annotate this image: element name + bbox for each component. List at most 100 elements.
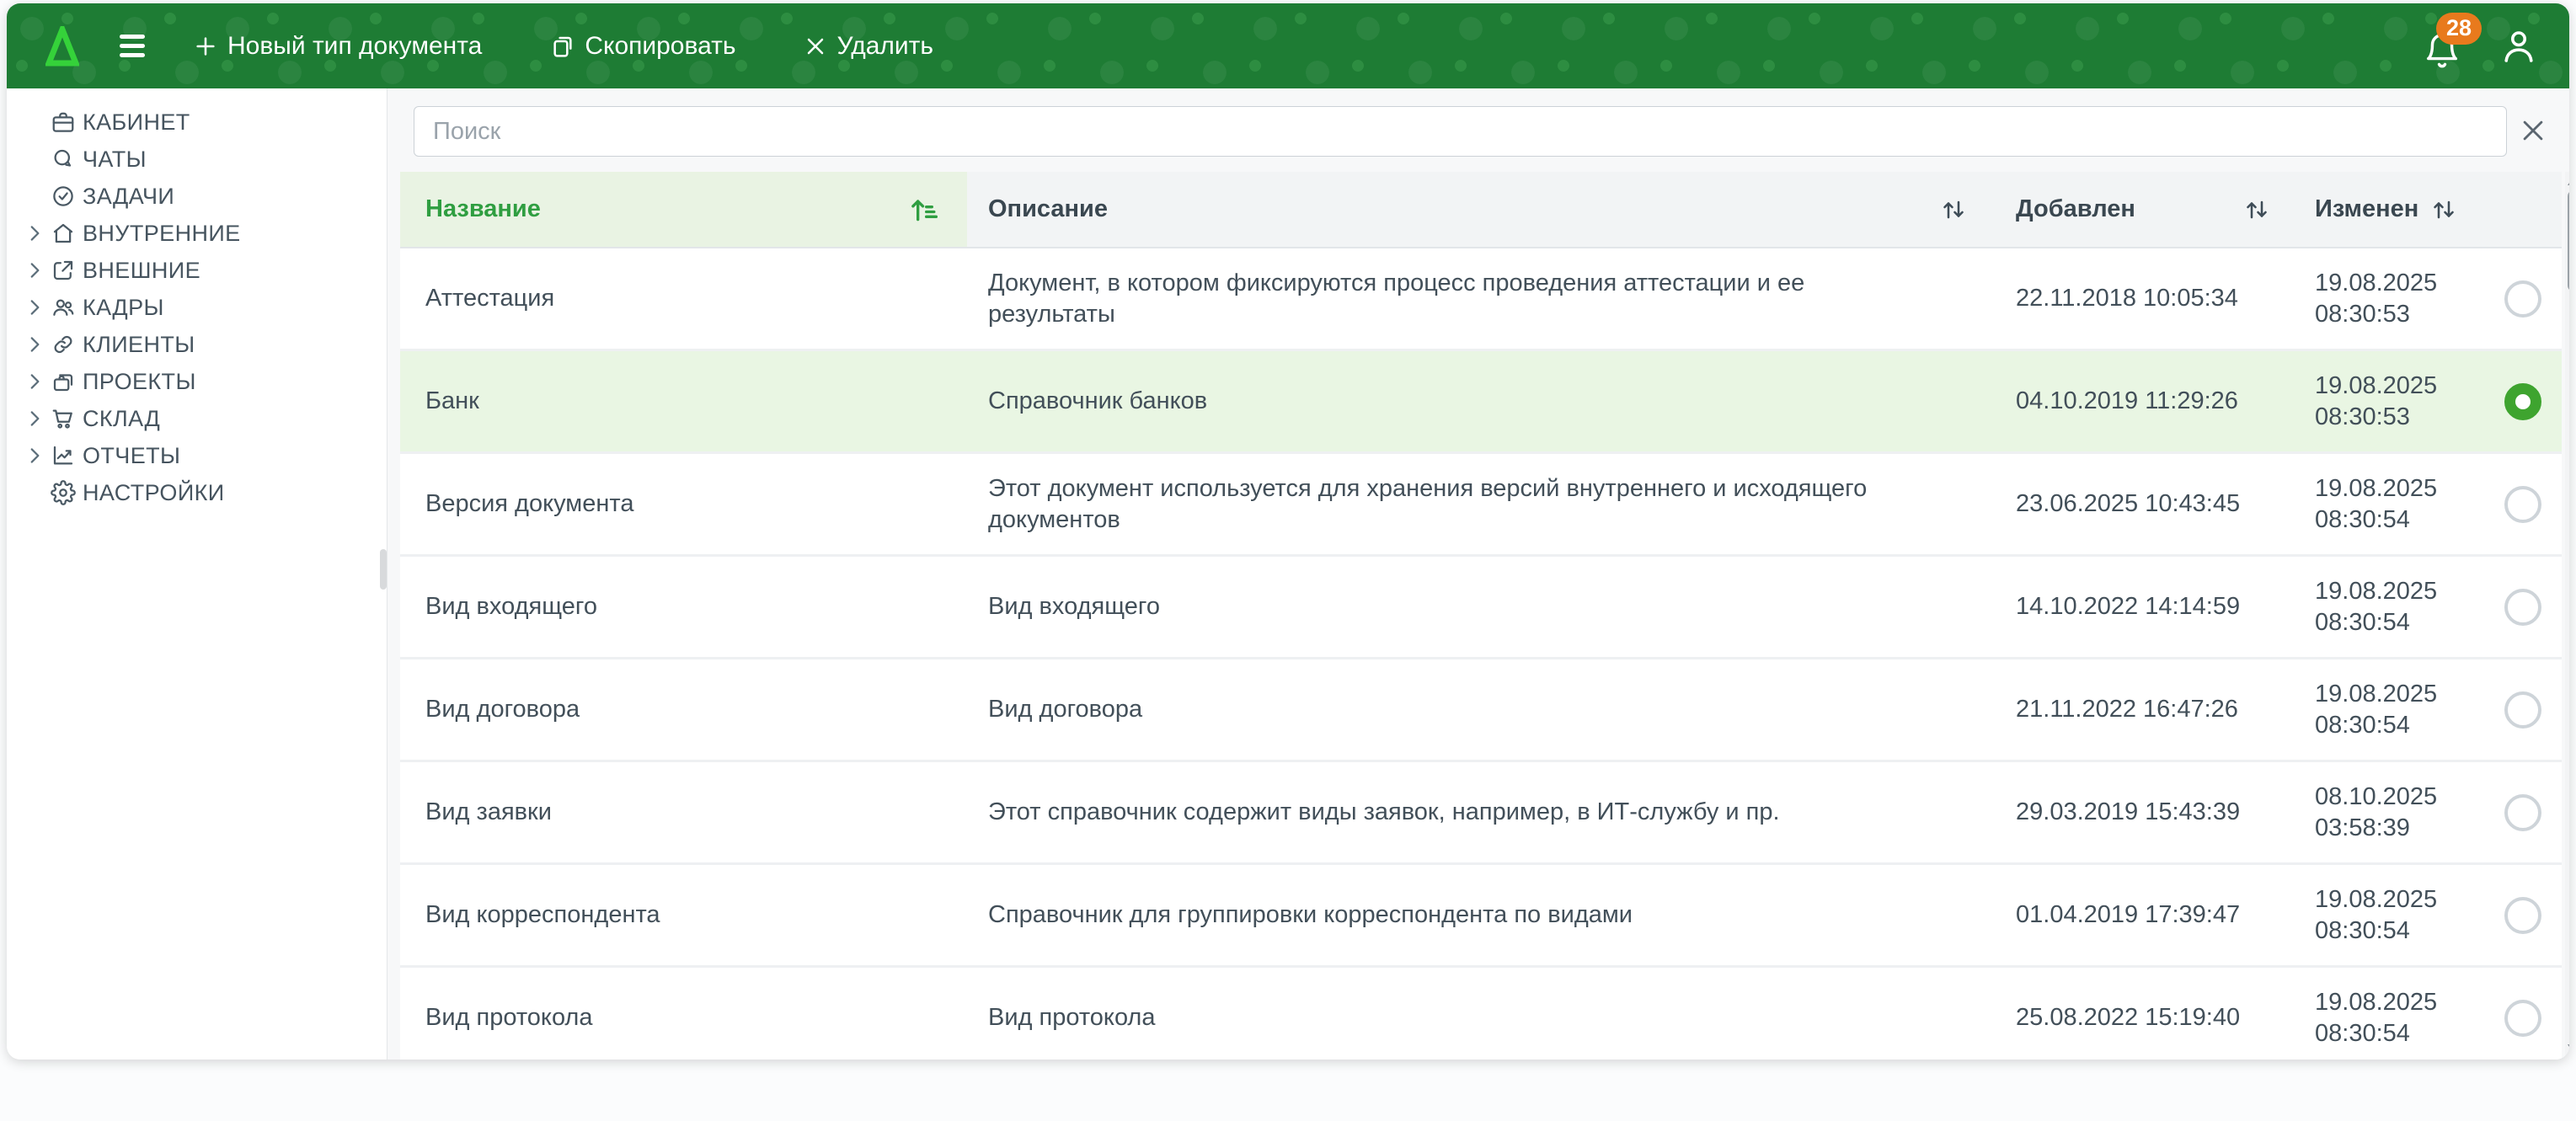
cell-added: 01.04.2019 17:39:47 <box>1982 865 2294 965</box>
sidebar-nav: КАБИНЕТ ЧАТЫ ЗАДАЧИ ВНУТРЕННИЕ ВНЕШНИЕ КАДРЫ К… <box>7 104 387 511</box>
row-radio[interactable] <box>2504 486 2541 523</box>
copy-label: Скопировать <box>585 32 735 61</box>
chevron-right-icon[interactable] <box>24 371 45 392</box>
sidebar-item-warehouse[interactable]: СКЛАД <box>7 400 387 437</box>
table-row[interactable]: БанкСправочник банков04.10.2019 11:29:26… <box>400 351 2562 454</box>
cell-name: Вид корреспондента <box>400 865 967 965</box>
table-row[interactable]: Вид договораВид договора21.11.2022 16:47… <box>400 659 2562 762</box>
row-radio[interactable] <box>2504 1000 2541 1037</box>
sidebar-item-settings[interactable]: НАСТРОЙКИ <box>7 474 387 511</box>
x-icon <box>802 33 829 60</box>
sidebar-scrollbar-thumb[interactable] <box>380 549 387 590</box>
chevron-right-icon[interactable] <box>24 259 45 281</box>
row-radio[interactable] <box>2504 280 2541 318</box>
sidebar-item-cabinet[interactable]: КАБИНЕТ <box>7 104 387 141</box>
cart-icon <box>51 406 76 431</box>
cell-added: 04.10.2019 11:29:26 <box>1982 351 2294 451</box>
cell-name: Аттестация <box>400 248 967 349</box>
column-header-modified[interactable]: Изменен <box>2294 172 2483 247</box>
table-scrollbar-thumb[interactable] <box>2568 190 2569 291</box>
cell-description: Этот справочник содержит виды заявок, на… <box>967 762 1982 862</box>
row-radio[interactable] <box>2504 794 2541 831</box>
table-row[interactable]: АттестацияДокумент, в котором фиксируютс… <box>400 248 2562 351</box>
sidebar-item-projects[interactable]: ПРОЕКТЫ <box>7 363 387 400</box>
cell-modified: 19.08.2025 08:30:54 <box>2294 557 2483 657</box>
row-radio[interactable] <box>2504 589 2541 626</box>
table-row[interactable]: Вид заявкиЭтот справочник содержит виды … <box>400 762 2562 865</box>
table-row[interactable]: Версия документаЭтот документ использует… <box>400 454 2562 557</box>
row-radio[interactable] <box>2504 691 2541 729</box>
table-row[interactable]: Вид протоколаВид протокола25.08.2022 15:… <box>400 968 2562 1060</box>
sidebar-item-reports[interactable]: ОТЧЕТЫ <box>7 437 387 474</box>
chevron-right-icon[interactable] <box>24 334 45 355</box>
cell-name: Вид входящего <box>400 557 967 657</box>
new-doc-type-label: Новый тип документа <box>227 32 482 61</box>
new-doc-type-button[interactable]: Новый тип документа <box>189 27 485 66</box>
delete-button[interactable]: Удалить <box>799 27 938 66</box>
scroll-down-arrow[interactable] <box>2568 1044 2569 1054</box>
table-row[interactable]: Вид входящегоВид входящего14.10.2022 14:… <box>400 557 2562 659</box>
cell-select <box>2483 351 2562 451</box>
chevron-right-icon[interactable] <box>24 296 45 318</box>
sidebar-item-hr[interactable]: КАДРЫ <box>7 289 387 326</box>
sidebar-item-external[interactable]: ВНЕШНИЕ <box>7 252 387 289</box>
chevron-right-icon[interactable] <box>24 408 45 430</box>
sidebar-item-tasks[interactable]: ЗАДАЧИ <box>7 178 387 215</box>
sort-icon[interactable] <box>2429 195 2459 225</box>
cell-added: 14.10.2022 14:14:59 <box>1982 557 2294 657</box>
close-icon <box>2519 116 2547 145</box>
sidebar-item-chats[interactable]: ЧАТЫ <box>7 141 387 178</box>
sidebar-item-clients[interactable]: КЛИЕНТЫ <box>7 326 387 363</box>
sidebar-item-label: ОТЧЕТЫ <box>83 443 180 469</box>
app-header: Новый тип документа Скопировать Удалить … <box>7 3 2569 88</box>
scroll-up-arrow[interactable] <box>2568 175 2569 185</box>
column-header-description[interactable]: Описание <box>967 172 1982 247</box>
search-input[interactable] <box>414 106 2507 157</box>
chat-icon <box>51 147 76 172</box>
plus-icon <box>192 33 219 60</box>
cell-select <box>2483 968 2562 1060</box>
chevron-right-icon[interactable] <box>24 445 45 467</box>
user-icon <box>2499 26 2539 67</box>
cell-select <box>2483 557 2562 657</box>
chart-icon <box>51 443 76 468</box>
user-menu-button[interactable] <box>2499 26 2539 67</box>
column-header-added[interactable]: Добавлен <box>1982 172 2294 247</box>
row-radio[interactable] <box>2504 897 2541 934</box>
external-link-icon <box>51 258 76 283</box>
sidebar-item-label: ВНЕШНИЕ <box>83 258 200 284</box>
chevron-right-icon[interactable] <box>24 222 45 244</box>
cell-modified: 19.08.2025 08:30:54 <box>2294 865 2483 965</box>
copy-icon <box>549 33 576 60</box>
cell-added: 23.06.2025 10:43:45 <box>1982 454 2294 554</box>
content-area: Название Описание Добавлен <box>387 88 2569 1060</box>
row-radio[interactable] <box>2504 383 2541 420</box>
search-clear-button[interactable] <box>2514 112 2552 151</box>
cell-select <box>2483 762 2562 862</box>
cell-description: Вид протокола <box>967 968 1982 1060</box>
table-scrollbar-track[interactable] <box>2565 172 2569 1058</box>
copy-button[interactable]: Скопировать <box>546 27 739 66</box>
cell-modified: 19.08.2025 08:30:54 <box>2294 968 2483 1060</box>
menu-toggle-button[interactable] <box>120 35 145 57</box>
sidebar-item-label: ЧАТЫ <box>83 147 147 173</box>
column-label: Название <box>425 195 541 223</box>
sidebar-item-internal[interactable]: ВНУТРЕННИЕ <box>7 215 387 252</box>
sort-ascending-icon[interactable] <box>908 193 942 227</box>
sort-icon[interactable] <box>1938 195 1969 225</box>
notifications-button[interactable]: 28 <box>2423 23 2461 70</box>
cell-name: Вид договора <box>400 659 967 760</box>
cell-added: 29.03.2019 15:43:39 <box>1982 762 2294 862</box>
column-header-name[interactable]: Название <box>400 172 967 247</box>
sidebar-item-label: ВНУТРЕННИЕ <box>83 221 241 247</box>
sort-icon[interactable] <box>2242 195 2272 225</box>
cell-select <box>2483 454 2562 554</box>
home-icon <box>51 221 76 246</box>
sidebar-item-label: КАДРЫ <box>83 295 164 321</box>
cell-added: 22.11.2018 10:05:34 <box>1982 248 2294 349</box>
table-row[interactable]: Вид корреспондентаСправочник для группир… <box>400 865 2562 968</box>
cell-select <box>2483 248 2562 349</box>
cell-description: Вид входящего <box>967 557 1982 657</box>
sidebar-item-label: ПРОЕКТЫ <box>83 369 196 395</box>
cell-modified: 19.08.2025 08:30:53 <box>2294 248 2483 349</box>
